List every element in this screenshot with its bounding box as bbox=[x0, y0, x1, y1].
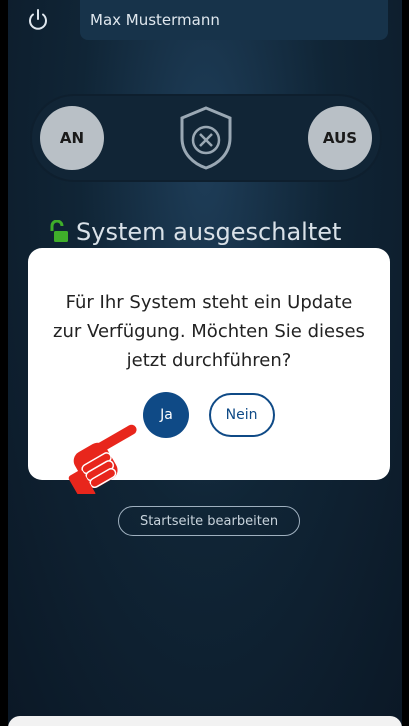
unlocked-padlock-icon bbox=[50, 220, 68, 242]
system-status: System ausgeschaltet bbox=[48, 218, 341, 246]
app-screen: Max Mustermann AN AUS System ausgeschalt… bbox=[8, 0, 402, 726]
user-name[interactable]: Max Mustermann bbox=[80, 0, 388, 40]
status-text: System ausgeschaltet bbox=[76, 218, 342, 246]
yes-button[interactable]: Ja bbox=[143, 392, 190, 438]
on-button[interactable]: AN bbox=[40, 106, 104, 170]
off-button[interactable]: AUS bbox=[308, 106, 372, 170]
pointing-hand-icon bbox=[68, 424, 137, 494]
bottom-sheet-handle[interactable] bbox=[8, 716, 402, 726]
no-button[interactable]: Nein bbox=[208, 393, 275, 437]
arm-toggle: AN AUS bbox=[30, 94, 382, 182]
shield-x-icon bbox=[180, 106, 232, 170]
edit-home-button[interactable]: Startseite bearbeiten bbox=[118, 506, 300, 536]
top-bar: Max Mustermann bbox=[8, 0, 402, 46]
power-icon[interactable] bbox=[26, 8, 50, 32]
dialog-message: Für Ihr System steht ein Update zur Verf… bbox=[53, 292, 365, 371]
